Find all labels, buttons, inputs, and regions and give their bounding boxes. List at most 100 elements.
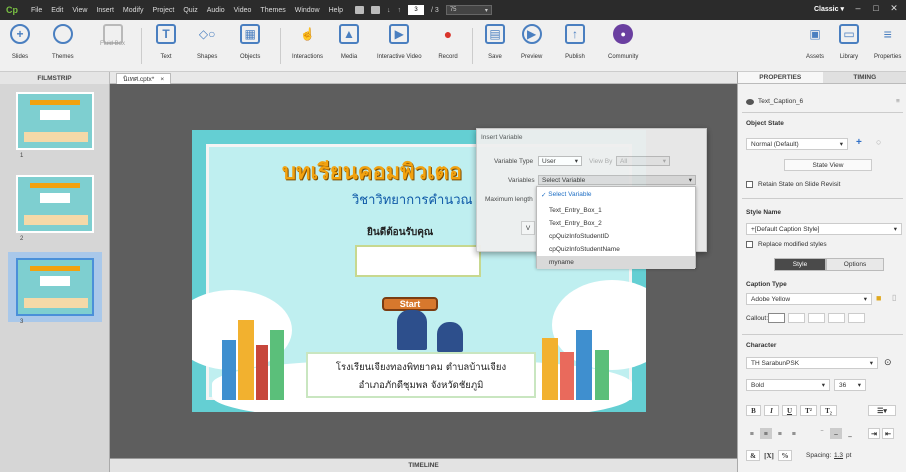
close-tab-icon[interactable]: ×: [160, 76, 164, 83]
objects-button[interactable]: ▦ Objects: [240, 24, 260, 60]
align-center-icon[interactable]: ≡: [760, 428, 772, 439]
media-button[interactable]: ▲ Media: [339, 24, 359, 60]
slides-button[interactable]: + Slides: [10, 24, 30, 60]
font-size-select[interactable]: 36 ▾: [834, 379, 866, 391]
valign-bottom-icon[interactable]: _: [844, 428, 856, 439]
ok-button[interactable]: V: [521, 221, 535, 235]
folder-icon[interactable]: ■: [876, 293, 881, 303]
list-button[interactable]: ☰▾: [868, 405, 896, 416]
welcome-caption[interactable]: ยินดีต้อนรับคุณ: [367, 225, 433, 240]
themes-button[interactable]: Themes: [52, 24, 74, 60]
variables-select[interactable]: Select Variable ▾: [538, 175, 696, 185]
align-justify-icon[interactable]: ≡: [788, 428, 800, 439]
mail-icon[interactable]: [371, 6, 381, 14]
align-left-icon[interactable]: ≡: [746, 428, 758, 439]
menu-help[interactable]: Help: [329, 7, 343, 14]
callout-option[interactable]: [848, 313, 865, 323]
valign-top-icon[interactable]: ‾: [816, 428, 828, 439]
menu-video[interactable]: Video: [234, 7, 252, 14]
state-view-button[interactable]: State View: [784, 159, 872, 171]
add-state-icon[interactable]: +: [856, 137, 862, 148]
interactions-button[interactable]: ☝ Interactions: [292, 24, 323, 60]
dropdown-item[interactable]: cpQuizInfoStudentName: [537, 243, 695, 256]
library-button[interactable]: ▭ Library: [839, 24, 859, 60]
insert-hyperlink-button[interactable]: %: [778, 450, 792, 461]
menu-project[interactable]: Project: [153, 7, 175, 14]
interactive-video-button[interactable]: ▶ Interactive Video: [377, 24, 422, 60]
replace-styles-checkbox[interactable]: [746, 241, 753, 248]
down-arrow-icon[interactable]: ↓: [387, 7, 391, 14]
subscript-button[interactable]: T₂: [820, 405, 837, 416]
dropdown-item[interactable]: Text_Entry_Box_2: [537, 217, 695, 230]
shapes-button[interactable]: ◇○ Shapes: [197, 24, 217, 60]
menu-themes[interactable]: Themes: [260, 7, 285, 14]
record-button[interactable]: ● Record: [438, 24, 458, 60]
link-icon[interactable]: ⊙: [884, 357, 892, 368]
slide-thumbnail-1[interactable]: [16, 92, 94, 150]
start-button[interactable]: Start: [382, 297, 438, 311]
publish-button[interactable]: ↑ Publish: [565, 24, 585, 60]
retain-state-checkbox[interactable]: [746, 181, 753, 188]
screen-icon[interactable]: [355, 6, 365, 14]
refresh-icon[interactable]: ○: [876, 137, 881, 147]
preview-button[interactable]: ▶ Preview: [521, 24, 542, 60]
menu-quiz[interactable]: Quiz: [183, 7, 197, 14]
font-weight-select[interactable]: Bold ▾: [746, 379, 830, 391]
callout-option[interactable]: [788, 313, 805, 323]
slide-title[interactable]: บทเรียนคอมพิวเตอ: [282, 154, 462, 189]
underline-button[interactable]: U: [782, 405, 797, 416]
style-name-select[interactable]: +[Default Caption Style] ▾: [746, 223, 902, 235]
superscript-button[interactable]: T²: [800, 405, 817, 416]
tab-properties[interactable]: PROPERTIES: [738, 72, 823, 83]
spacing-value[interactable]: 1.3: [834, 452, 843, 459]
current-slide-input[interactable]: 3: [408, 5, 425, 15]
caption-type-select[interactable]: Adobe Yellow ▾: [746, 293, 872, 305]
minimize-button[interactable]: –: [850, 3, 866, 16]
callout-option[interactable]: [828, 313, 845, 323]
slide-thumbnail-3[interactable]: [16, 258, 94, 316]
trash-icon[interactable]: ▯: [892, 293, 896, 302]
menu-file[interactable]: File: [31, 7, 42, 14]
save-button[interactable]: ▤ Save: [485, 24, 505, 60]
valign-middle-icon[interactable]: –: [830, 428, 842, 439]
panel-menu-icon[interactable]: ≡: [896, 98, 900, 105]
bold-button[interactable]: B: [746, 405, 761, 416]
properties-button[interactable]: ≡ Properties: [874, 24, 901, 60]
name-entry-box[interactable]: [355, 245, 481, 277]
close-window-button[interactable]: ✕: [886, 3, 902, 16]
menu-audio[interactable]: Audio: [207, 7, 225, 14]
italic-button[interactable]: I: [764, 405, 779, 416]
up-arrow-icon[interactable]: ↑: [398, 7, 402, 14]
menu-insert[interactable]: Insert: [96, 7, 114, 14]
fluid-box-button[interactable]: Fluid Box: [100, 24, 125, 47]
zoom-select[interactable]: 75 ▾: [445, 5, 492, 15]
dropdown-item-select-variable[interactable]: ✓ Select Variable: [537, 188, 695, 201]
insert-symbol-button[interactable]: &: [746, 450, 760, 461]
align-right-icon[interactable]: ≡: [774, 428, 786, 439]
object-name[interactable]: Text_Caption_6: [758, 98, 803, 105]
timeline-header[interactable]: TIMELINE: [110, 458, 737, 472]
maximize-button[interactable]: □: [868, 3, 884, 16]
school-caption[interactable]: โรงเรียนเจียงทองพิทยาคม ตำบลบ้านเจียง อำ…: [306, 352, 536, 398]
menu-window[interactable]: Window: [295, 7, 320, 14]
dropdown-item[interactable]: Text_Entry_Box_1: [537, 204, 695, 217]
options-tab[interactable]: Options: [826, 258, 884, 271]
dropdown-item-myname[interactable]: myname: [537, 256, 695, 269]
workspace-select[interactable]: Classic ▾: [814, 5, 844, 13]
variable-type-select[interactable]: User ▾: [538, 156, 582, 166]
object-state-select[interactable]: Normal (Default) ▾: [746, 138, 848, 150]
eye-icon[interactable]: [746, 99, 754, 105]
dropdown-item[interactable]: cpQuizInfoStudentID: [537, 230, 695, 243]
menu-edit[interactable]: Edit: [51, 7, 63, 14]
insert-variable-button[interactable]: [X]: [762, 450, 776, 461]
text-button[interactable]: T Text: [156, 24, 176, 60]
menu-view[interactable]: View: [72, 7, 87, 14]
callout-option[interactable]: [768, 313, 785, 323]
menu-modify[interactable]: Modify: [123, 7, 144, 14]
style-tab[interactable]: Style: [774, 258, 826, 271]
callout-option[interactable]: [808, 313, 825, 323]
document-tab[interactable]: นิเทศ.cptx* ×: [116, 73, 172, 84]
indent-icon[interactable]: ⇥: [868, 428, 880, 439]
tab-timing[interactable]: TIMING: [822, 72, 906, 83]
assets-button[interactable]: ▣ Assets: [805, 24, 825, 60]
